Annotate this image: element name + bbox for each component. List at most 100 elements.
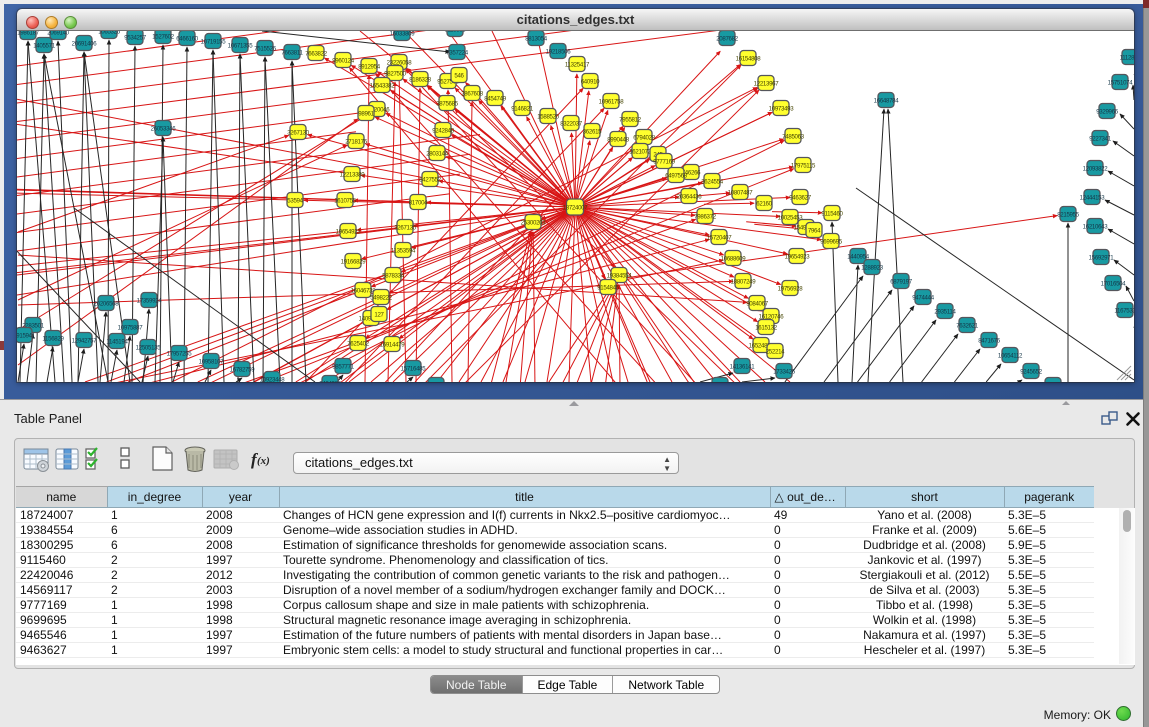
- svg-text:3875685: 3875685: [436, 101, 459, 108]
- svg-text:8454749: 8454749: [484, 96, 507, 103]
- svg-text:8912954: 8912954: [358, 64, 381, 71]
- svg-text:12213389: 12213389: [340, 172, 366, 179]
- svg-text:7357224: 7357224: [446, 50, 469, 57]
- svg-text:5878334: 5878334: [382, 273, 405, 280]
- svg-text:9827500: 9827500: [384, 71, 407, 78]
- svg-text:9154845: 9154845: [597, 285, 620, 292]
- svg-text:9960124: 9960124: [332, 58, 355, 65]
- svg-text:2935114: 2935114: [934, 309, 956, 316]
- svg-text:7663811: 7663811: [281, 50, 303, 57]
- svg-text:18807249: 18807249: [731, 279, 757, 286]
- svg-text:16154808: 16154808: [736, 56, 762, 63]
- svg-text:98961: 98961: [358, 111, 374, 118]
- svg-text:1527602: 1527602: [152, 34, 175, 41]
- svg-text:10973493: 10973493: [769, 106, 795, 113]
- svg-text:9534257: 9534257: [124, 35, 147, 42]
- svg-text:2803144: 2803144: [426, 151, 449, 158]
- svg-text:640910: 640910: [581, 79, 600, 86]
- svg-text:16782759: 16782759: [230, 367, 256, 374]
- svg-text:6879197: 6879197: [890, 279, 913, 286]
- svg-text:9115460: 9115460: [821, 211, 843, 218]
- svg-text:2087682: 2087682: [716, 36, 739, 43]
- svg-text:2718176: 2718176: [345, 139, 368, 146]
- svg-text:1621072: 1621072: [629, 149, 652, 156]
- svg-text:19218506: 19218506: [546, 49, 572, 56]
- svg-text:1145194: 1145194: [106, 339, 128, 346]
- svg-text:9699695: 9699695: [820, 239, 843, 246]
- svg-text:10958107: 10958107: [199, 359, 225, 366]
- svg-text:1615132: 1615132: [755, 325, 778, 332]
- svg-text:3267130: 3267130: [394, 225, 417, 232]
- svg-text:10654112: 10654112: [998, 353, 1023, 360]
- svg-text:1288923: 1288923: [861, 265, 884, 272]
- svg-text:17359924: 17359924: [137, 298, 163, 305]
- svg-text:9146821: 9146821: [511, 106, 534, 113]
- svg-text:19384554: 19384554: [607, 273, 633, 280]
- svg-text:3915941: 3915941: [17, 333, 36, 340]
- svg-text:19166829: 19166829: [341, 259, 367, 266]
- svg-text:10688609: 10688609: [721, 256, 747, 263]
- svg-text:16543382: 16543382: [370, 83, 396, 90]
- svg-text:7955812: 7955812: [619, 117, 642, 124]
- svg-text:19654923: 19654923: [336, 229, 362, 236]
- svg-text:2867608: 2867608: [461, 91, 484, 98]
- svg-text:19756928: 19756928: [778, 286, 804, 293]
- svg-text:1986187: 1986187: [17, 31, 40, 37]
- svg-text:25300203: 25300203: [521, 220, 547, 227]
- svg-text:12213967: 12213967: [754, 81, 780, 88]
- svg-text:17016504: 17016504: [1101, 281, 1127, 288]
- svg-text:1610755: 1610755: [334, 198, 357, 205]
- svg-text:8215955: 8215955: [1057, 212, 1080, 219]
- svg-text:9474444: 9474444: [912, 295, 935, 302]
- svg-text:362615: 362615: [583, 129, 602, 136]
- svg-text:8813054: 8813054: [525, 36, 548, 43]
- svg-text:20691406: 20691406: [72, 41, 98, 48]
- svg-text:9084067: 9084067: [746, 301, 769, 308]
- svg-text:(x): (x): [257, 455, 270, 467]
- svg-text:16210643: 16210643: [1083, 224, 1109, 231]
- svg-text:10961758: 10961758: [599, 99, 625, 106]
- svg-text:19654923: 19654923: [785, 254, 811, 261]
- svg-text:1065326: 1065326: [98, 31, 121, 36]
- svg-text:16914479: 16914479: [380, 342, 406, 349]
- svg-text:12942757: 12942757: [72, 338, 98, 345]
- svg-text:11325417: 11325417: [565, 62, 590, 69]
- svg-text:8186328: 8186328: [409, 77, 432, 84]
- svg-text:1156829: 1156829: [42, 336, 64, 343]
- svg-text:1167533: 1167533: [1114, 308, 1134, 315]
- svg-text:10671355: 10671355: [228, 43, 254, 50]
- svg-text:8322037: 8322037: [560, 121, 583, 128]
- svg-text:8427552: 8427552: [419, 177, 442, 184]
- svg-text:9227341: 9227341: [1089, 136, 1112, 143]
- svg-text:5498222: 5498222: [370, 295, 393, 302]
- svg-text:18724007: 18724007: [563, 205, 589, 212]
- svg-text:10807487: 10807487: [728, 190, 754, 197]
- svg-text:20364436: 20364436: [677, 194, 703, 201]
- svg-text:3624554: 3624554: [701, 179, 724, 186]
- svg-text:7964: 7964: [808, 228, 821, 235]
- svg-text:7986372: 7986372: [694, 214, 717, 221]
- svg-text:7625402: 7625402: [347, 341, 370, 348]
- svg-text:9464983: 9464983: [319, 381, 342, 382]
- svg-text:817004: 817004: [409, 200, 428, 207]
- svg-text:62160: 62160: [756, 201, 772, 208]
- svg-text:1112844: 1112844: [1120, 55, 1134, 62]
- svg-text:26053346: 26053346: [151, 126, 177, 133]
- svg-text:15720407: 15720407: [707, 235, 733, 242]
- svg-text:16033809: 16033809: [390, 31, 416, 38]
- svg-text:53594: 53594: [287, 198, 303, 205]
- svg-text:10719155: 10719155: [201, 39, 227, 46]
- svg-text:6794028: 6794028: [633, 135, 656, 142]
- svg-text:7632621: 7632621: [956, 323, 979, 330]
- svg-text:12505135: 12505135: [136, 345, 162, 352]
- svg-text:6497568: 6497568: [665, 173, 688, 180]
- svg-text:20206568: 20206568: [94, 301, 120, 308]
- svg-text:12093822: 12093822: [1083, 166, 1109, 173]
- svg-text:15751074: 15751074: [1108, 80, 1134, 87]
- svg-text:9857771: 9857771: [332, 364, 355, 371]
- svg-text:15716485: 15716485: [401, 366, 427, 373]
- svg-text:16648784: 16648784: [874, 98, 900, 105]
- svg-text:1588520: 1588520: [537, 114, 560, 121]
- svg-text:12444153: 12444153: [1080, 195, 1106, 202]
- svg-text:8471676: 8471676: [978, 338, 1001, 345]
